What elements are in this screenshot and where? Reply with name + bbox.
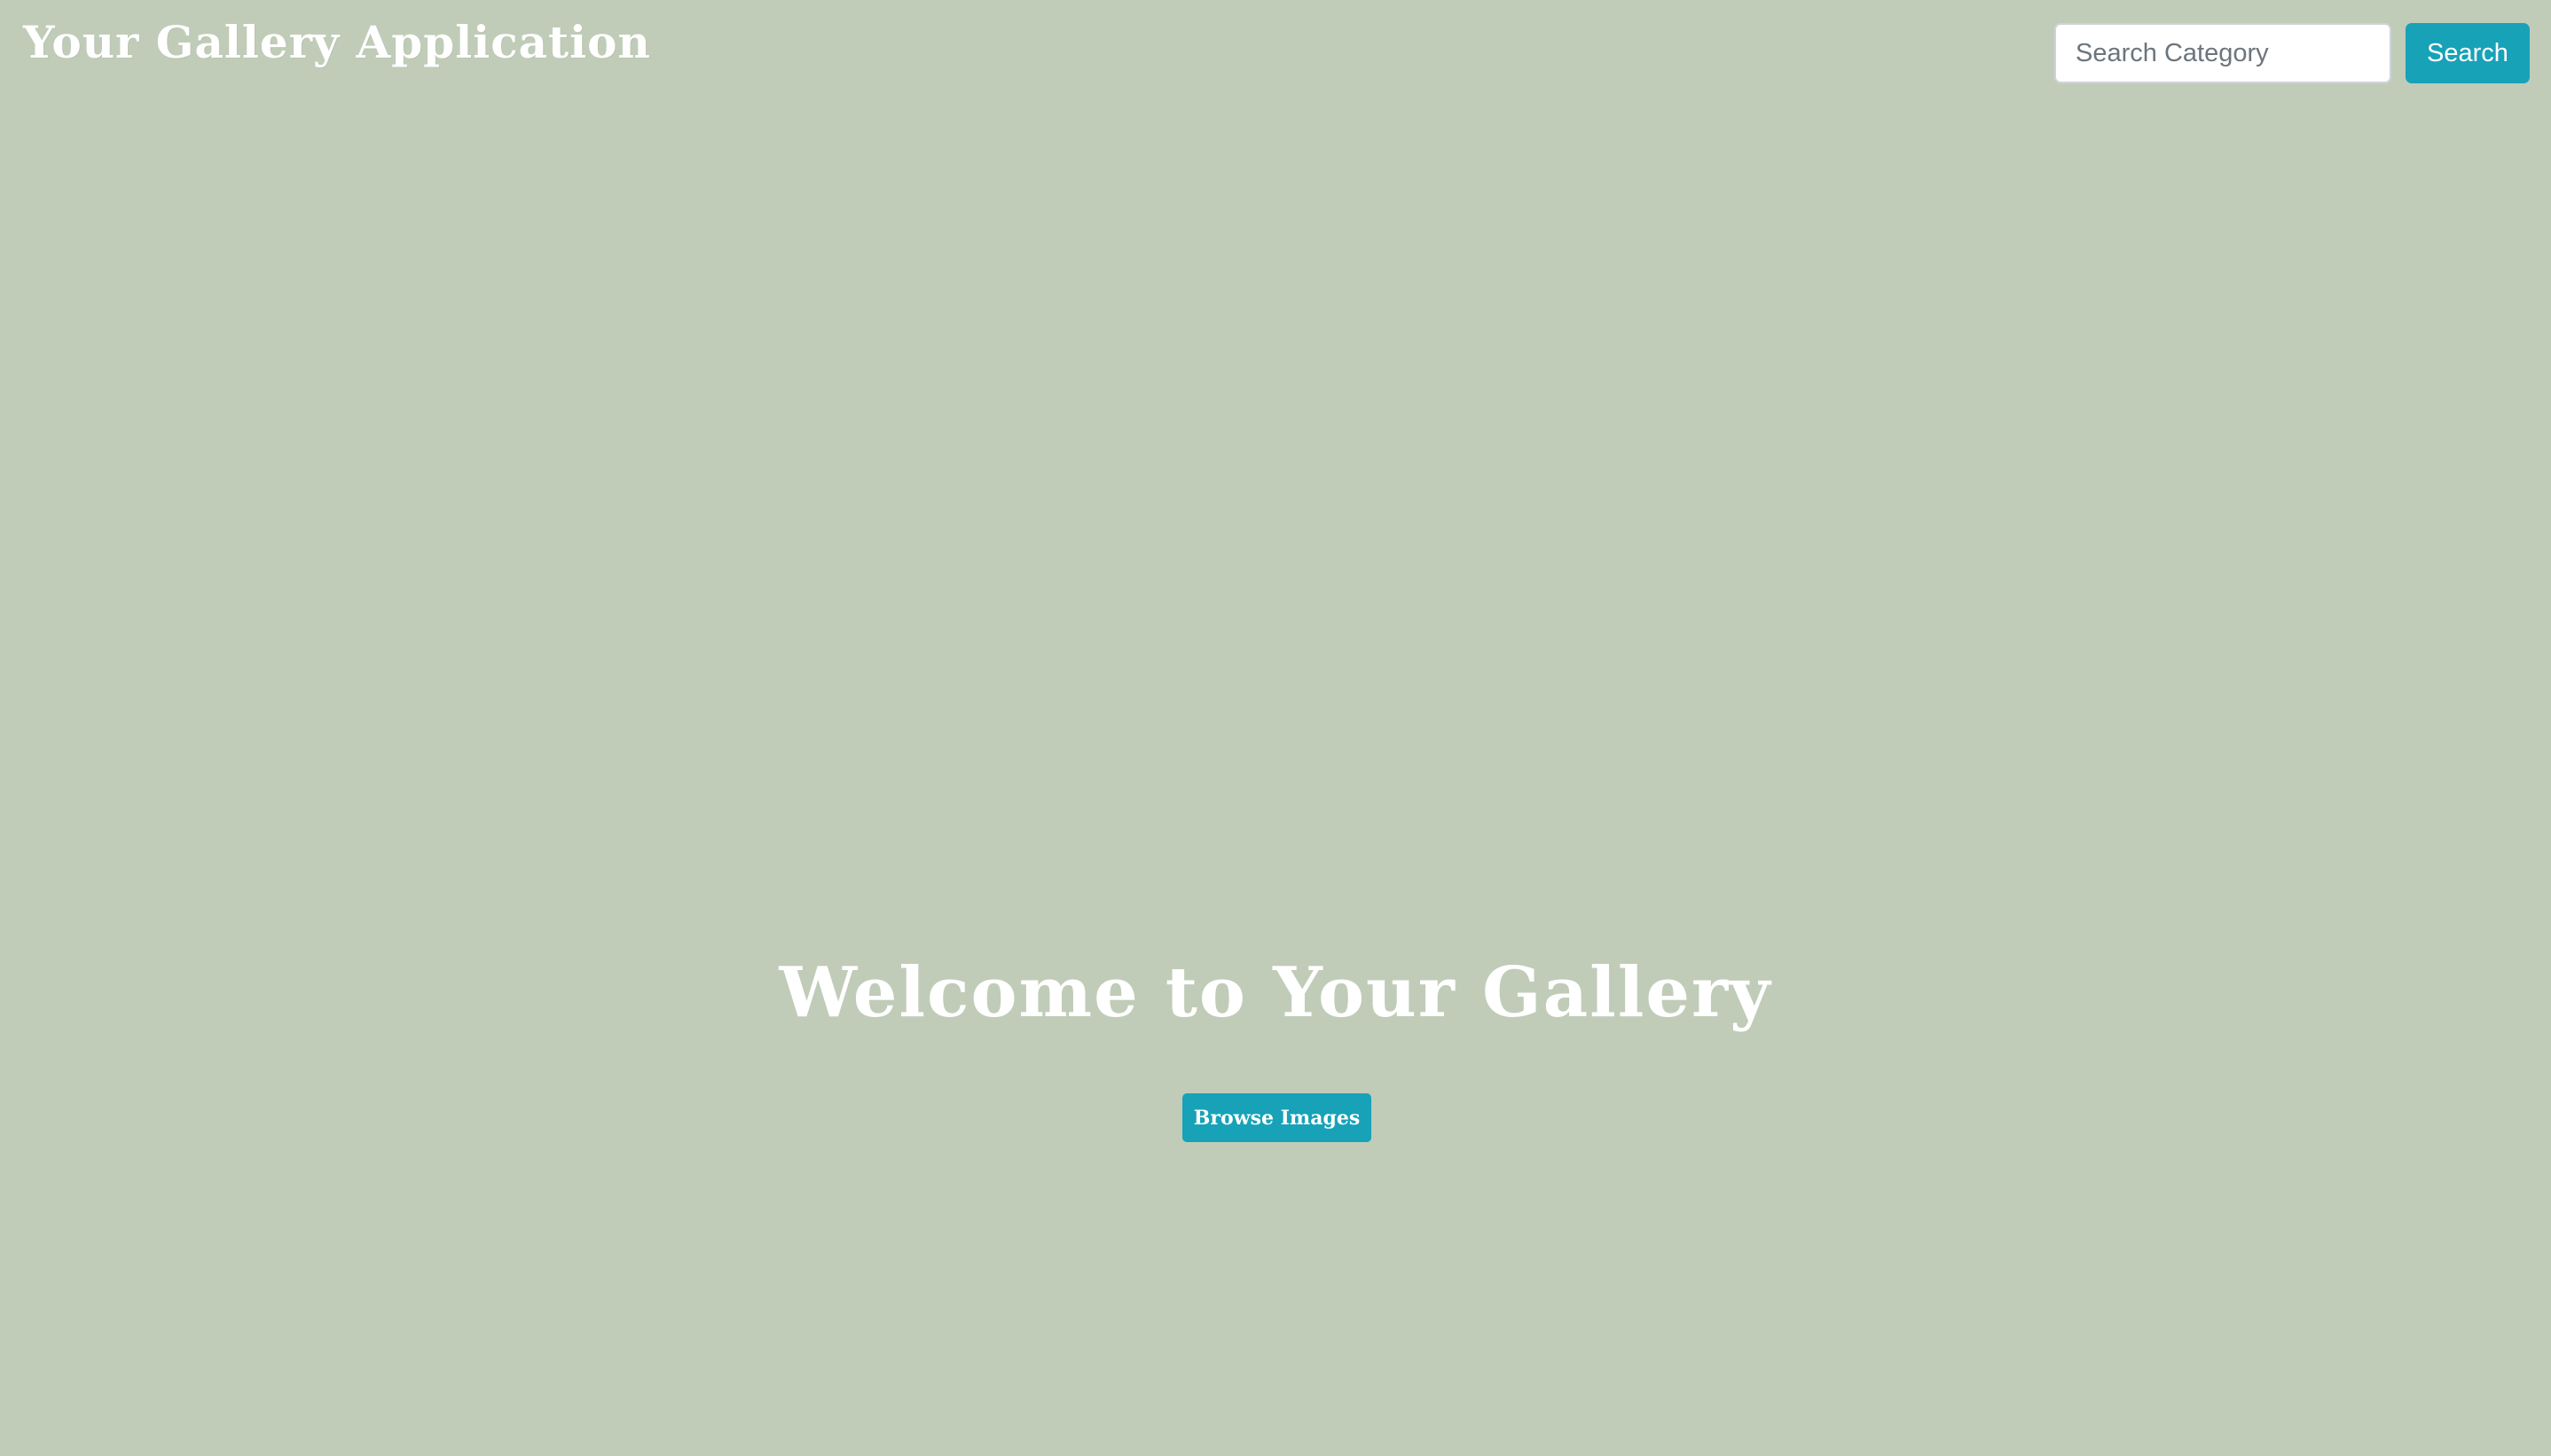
browse-images-button[interactable]: Browse Images (1182, 1093, 1371, 1142)
search-button[interactable]: Search (2406, 23, 2530, 83)
brand-title[interactable]: Your Gallery Application (23, 14, 651, 71)
search-form: Search (2054, 23, 2530, 83)
hero-title: Welcome to Your Gallery (779, 952, 1772, 1033)
search-input[interactable] (2054, 23, 2391, 83)
navbar: Your Gallery Application Search (0, 0, 2551, 106)
hero-section: Welcome to Your Gallery (0, 931, 2551, 1055)
